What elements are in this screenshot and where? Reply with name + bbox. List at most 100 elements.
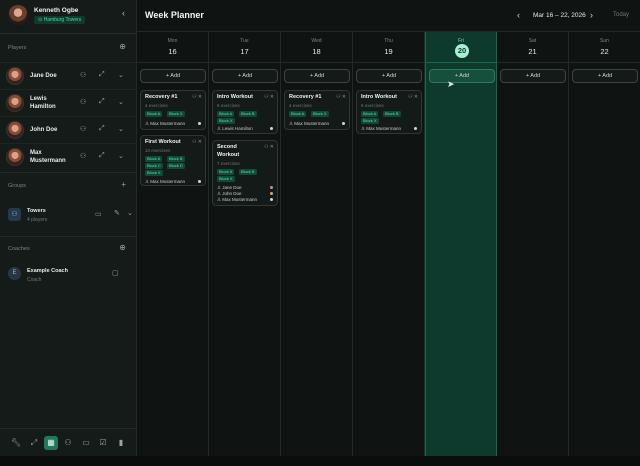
assignee-name: Max Mustermann	[366, 126, 402, 131]
chevron-down-icon[interactable]: ⌄	[118, 125, 124, 133]
add-workout-button[interactable]: + Add	[572, 69, 638, 83]
expand-icon[interactable]: ⤢	[99, 152, 105, 160]
divider	[0, 33, 137, 34]
card-actions-icon[interactable]: ⚇ ✕	[336, 94, 346, 100]
workout-title: First Workout	[145, 139, 181, 145]
edit-icon[interactable]: ✎	[114, 209, 120, 217]
wrench-icon[interactable]: 🔧︎	[9, 436, 23, 450]
day-name: Thu	[384, 38, 393, 44]
add-workout-button[interactable]: + Add	[140, 69, 206, 83]
chart-icon[interactable]: ▮	[114, 436, 128, 450]
player-name: Max	[30, 150, 42, 156]
workout-card[interactable]: Recovery #1 ⚇ ✕ 4 exercises Block A Bloc…	[140, 90, 206, 130]
workout-card[interactable]: Recovery #1 ⚇ ✕ 4 exercises Block A Bloc…	[284, 90, 350, 130]
group-icon: ⚇	[8, 208, 21, 221]
group-count: 4 players	[27, 217, 48, 223]
block-tag: Block A	[217, 169, 235, 175]
avatar	[6, 94, 24, 112]
block-tag: Block X	[217, 176, 235, 182]
block-tag: Block X	[361, 118, 379, 124]
assignee-name: Jane Doe	[222, 185, 242, 190]
status-dot	[270, 127, 273, 130]
assignee-name: Max Mustermann	[294, 121, 330, 126]
status-dot	[270, 186, 273, 189]
workout-card[interactable]: First Workout ⚇ ✕ 10 exercises Block A B…	[140, 135, 206, 186]
assignee-name: Lewis Hamilton	[222, 126, 253, 131]
add-player-icon[interactable]: ⊕	[119, 42, 126, 51]
status-dot	[270, 192, 273, 195]
add-group-icon[interactable]: +	[121, 180, 126, 189]
card-actions-icon[interactable]: ⚇ ✕	[192, 94, 202, 100]
assign-icon[interactable]: ⚇	[80, 98, 86, 106]
expand-icon[interactable]: ⤢	[99, 98, 105, 106]
chat-icon[interactable]: ▭	[79, 436, 93, 450]
calendar-icon[interactable]: ▦	[44, 436, 58, 450]
chevron-down-icon[interactable]: ⌄	[118, 98, 124, 106]
assignee: ♙ Lewis Hamilton	[217, 126, 253, 131]
group-name: Towers	[27, 208, 46, 214]
player-row[interactable]: Max Mustermann ⚇ ⤢ ⌄	[0, 143, 137, 169]
exercise-count: 4 exercises	[145, 103, 168, 108]
divider	[569, 62, 640, 63]
avatar	[6, 67, 24, 85]
card-actions-icon[interactable]: ⚇ ✕	[264, 144, 274, 150]
add-workout-button[interactable]: + Add	[500, 69, 566, 83]
add-workout-button[interactable]: + Add	[284, 69, 350, 83]
chevron-down-icon[interactable]: ⌄	[118, 71, 124, 79]
card-actions-icon[interactable]: ⚇ ✕	[264, 94, 274, 100]
chevron-right-icon[interactable]: ›	[590, 10, 593, 20]
exercise-count: 4 exercises	[289, 103, 312, 108]
expand-icon[interactable]: ⤢	[99, 71, 105, 79]
player-row[interactable]: Jane Doe ⚇ ⤢ ⌄	[0, 62, 137, 88]
assignee-name: Max Mustermann	[222, 197, 258, 202]
users-icon[interactable]: ⚇	[61, 436, 75, 450]
assign-icon[interactable]: ⚇	[80, 71, 86, 79]
group-row[interactable]: ⚇ Towers 4 players ▭ ✎ ⌄	[0, 203, 137, 229]
day-column-sun: Sun 22 + Add	[569, 32, 640, 457]
card-actions-icon[interactable]: ⚇ ✕	[192, 139, 202, 145]
coaches-section-title: Coaches	[8, 246, 30, 252]
player-row[interactable]: John Doe ⚇ ⤢ ⌄	[0, 116, 137, 142]
coach-row[interactable]: E Example Coach Coach ▢	[0, 265, 137, 287]
add-workout-button[interactable]: + Add	[212, 69, 278, 83]
profile-header[interactable]: Kenneth Ogbe ⊙ Hamburg Towers ‹	[6, 5, 131, 27]
chevron-down-icon[interactable]: ⌄	[127, 209, 133, 217]
block-tag: Block A	[145, 111, 163, 117]
workout-card[interactable]: Intro Workout ⚇ ✕ 6 exercises Block A Bl…	[356, 90, 422, 134]
expand-icon[interactable]: ⤢	[99, 125, 105, 133]
day-number: 22	[600, 47, 609, 56]
team-badge: ⊙ Hamburg Towers	[34, 16, 86, 24]
expand-icon[interactable]: ⤢	[27, 436, 41, 450]
workout-card[interactable]: Second Workout ⚇ ✕ 7 exercises Block A B…	[212, 140, 278, 206]
add-workout-button[interactable]: + Add	[429, 69, 495, 83]
status-dot	[198, 180, 201, 183]
workout-card[interactable]: Intro Workout ⚇ ✕ 6 exercises Block A Bl…	[212, 90, 278, 134]
add-workout-button[interactable]: + Add	[356, 69, 422, 83]
card-actions-icon[interactable]: ⚇ ✕	[408, 94, 418, 100]
avatar	[6, 121, 24, 139]
workout-title: Intro Workout	[361, 94, 397, 100]
monitor-icon[interactable]: ▭	[95, 210, 102, 218]
player-name: Lewis	[30, 96, 47, 102]
day-number: 21	[528, 47, 537, 56]
block-tag: Block X	[167, 111, 185, 117]
assignee: ♙ Max Mustermann	[145, 121, 186, 126]
add-coach-icon[interactable]: ⊕	[119, 243, 126, 252]
sidebar: Kenneth Ogbe ⊙ Hamburg Towers ‹ Players …	[0, 0, 137, 456]
exercise-count: 6 exercises	[361, 103, 384, 108]
status-dot	[270, 198, 273, 201]
player-row[interactable]: Lewis Hamilton ⚇ ⤢ ⌄	[0, 89, 137, 115]
divider	[497, 62, 568, 63]
exercise-count: 7 exercises	[217, 161, 240, 166]
assign-icon[interactable]: ⚇	[80, 152, 86, 160]
message-icon[interactable]: ▢	[112, 269, 119, 277]
day-column-mon: Mon 16 + Add Recovery #1 ⚇ ✕ 4 exercises…	[137, 32, 209, 457]
today-button[interactable]: Today	[613, 12, 629, 18]
chevron-left-icon[interactable]: ‹	[517, 10, 520, 20]
block-tag: Block B	[239, 169, 257, 175]
chevron-left-icon[interactable]: ‹	[122, 8, 125, 18]
assignee: ♙ Max Mustermann	[145, 179, 186, 184]
chevron-down-icon[interactable]: ⌄	[118, 152, 124, 160]
assign-icon[interactable]: ⚇	[80, 125, 86, 133]
checklist-icon[interactable]: ☑	[96, 436, 110, 450]
